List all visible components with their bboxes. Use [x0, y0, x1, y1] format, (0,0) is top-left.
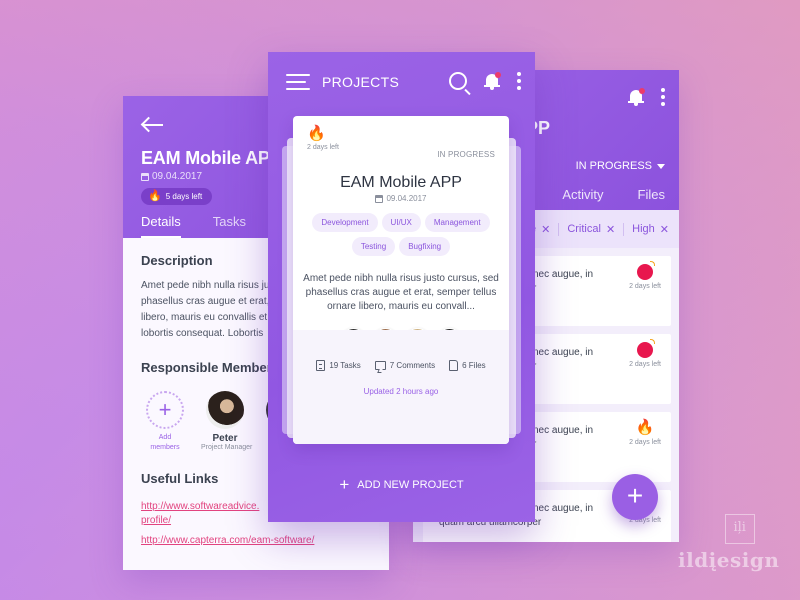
tag[interactable]: Management [424, 213, 490, 232]
calendar-icon [141, 172, 149, 181]
days-left: 2 days left [629, 283, 661, 290]
comments-count[interactable]: 7 Comments [374, 360, 435, 371]
member-role: Project Manager [201, 444, 253, 451]
file-icon [449, 360, 459, 371]
add-project-label: ADD NEW PROJECT [357, 478, 464, 491]
project-title: EAM Mobile APP [340, 174, 462, 191]
card-footer: 19 Tasks 7 Comments 6 Files Updated 2 ho… [293, 330, 509, 444]
caret-down-icon [657, 163, 665, 169]
tab-files[interactable]: Files [638, 187, 665, 202]
tag[interactable]: Development [312, 213, 378, 232]
close-icon[interactable]: ✕ [541, 223, 550, 236]
task-text: nec augue, inr [533, 347, 594, 372]
close-icon[interactable]: ✕ [606, 223, 615, 236]
filter-chip-critical[interactable]: Critical ✕ [558, 222, 615, 236]
search-icon[interactable] [449, 72, 467, 90]
filter-chip-high[interactable]: High ✕ [623, 222, 669, 236]
link-capterra[interactable]: http://www.capterra.com/eam-software/ [141, 534, 371, 548]
watermark-logo: iļi [724, 514, 755, 544]
task-priority: 🔥 2 days left [629, 419, 661, 447]
notification-bell-icon[interactable] [484, 72, 501, 90]
back-arrow-icon[interactable] [141, 116, 165, 134]
header-actions [628, 88, 665, 106]
add-members-label: Add members [150, 434, 180, 451]
tasks-tabs: Activity Files [562, 187, 665, 202]
status-value: IN PROGRESS [575, 160, 652, 172]
add-new-project-button[interactable]: + ADD NEW PROJECT [268, 476, 535, 493]
days-left-badge: 🔥 5 days left [141, 188, 213, 205]
days-left-text: 5 days left [165, 192, 203, 201]
tag-list: Development UI/UX Management Testing Bug… [293, 213, 509, 256]
files-count[interactable]: 6 Files [449, 360, 486, 371]
comment-icon [374, 361, 386, 370]
add-members-button[interactable]: + Add members [141, 391, 189, 453]
more-options-icon[interactable] [517, 72, 521, 90]
tag[interactable]: Bugfixing [399, 237, 451, 256]
task-text: nec augue, inr [533, 269, 594, 294]
task-text: nec augue, inr [533, 425, 594, 450]
tab-activity[interactable]: Activity [562, 187, 603, 202]
member-name: Peter [212, 433, 238, 444]
project-card[interactable]: 🔥 2 days left IN PROGRESS EAM Mobile APP… [293, 116, 509, 444]
flame-icon: 🔥 [148, 190, 162, 202]
add-task-fab[interactable]: + [612, 474, 658, 520]
flame-icon: 🔥 [635, 419, 655, 436]
topbar-actions [449, 72, 521, 90]
project-description: Amet pede nibh nulla risus justo cursus,… [303, 273, 499, 312]
watermark-text: ildįesign [678, 548, 780, 572]
avatar [206, 391, 244, 429]
page-title: PROJECTS [322, 74, 400, 90]
status-dropdown[interactable]: IN PROGRESS [576, 160, 665, 172]
add-member-plus-icon[interactable]: + [146, 391, 184, 429]
task-priority: 2 days left [629, 261, 661, 290]
project-stats: 19 Tasks 7 Comments 6 Files [293, 360, 509, 371]
watermark: iļi ildįesign [678, 514, 779, 572]
project-date: 09.04.2017 [293, 194, 509, 203]
date-text: 09.04.2017 [152, 171, 203, 182]
projects-topbar: PROJECTS [268, 52, 535, 112]
days-left: 2 days left [629, 361, 661, 368]
projects-screen: PROJECTS 🔥 2 days left IN PROGRESS EAM M… [268, 52, 535, 522]
clipboard-icon [316, 360, 326, 371]
calendar-icon [375, 194, 384, 203]
close-icon[interactable]: ✕ [660, 223, 669, 236]
member-peter[interactable]: Peter Project Manager [201, 391, 253, 453]
tag[interactable]: UI/UX [381, 213, 421, 232]
tag[interactable]: Testing [351, 237, 396, 256]
plus-icon: + [339, 475, 350, 494]
card-header: 🔥 2 days left IN PROGRESS [293, 116, 509, 160]
tab-details[interactable]: Details [141, 214, 181, 238]
tasks-count[interactable]: 19 Tasks [316, 360, 361, 371]
updated-timestamp: Updated 2 hours ago [363, 387, 439, 396]
flame-icon: 🔥 [307, 125, 326, 142]
bomb-icon [637, 339, 656, 358]
days-left: 2 days left [629, 439, 661, 446]
status-label: IN PROGRESS [437, 150, 495, 159]
details-tabs: Details Tasks [141, 214, 246, 238]
hamburger-menu-icon[interactable] [286, 74, 310, 90]
notification-bell-icon[interactable] [628, 88, 645, 106]
bomb-icon [637, 261, 656, 280]
more-options-icon[interactable] [661, 88, 665, 106]
tab-tasks[interactable]: Tasks [213, 214, 246, 238]
task-priority: 2 days left [629, 339, 661, 368]
